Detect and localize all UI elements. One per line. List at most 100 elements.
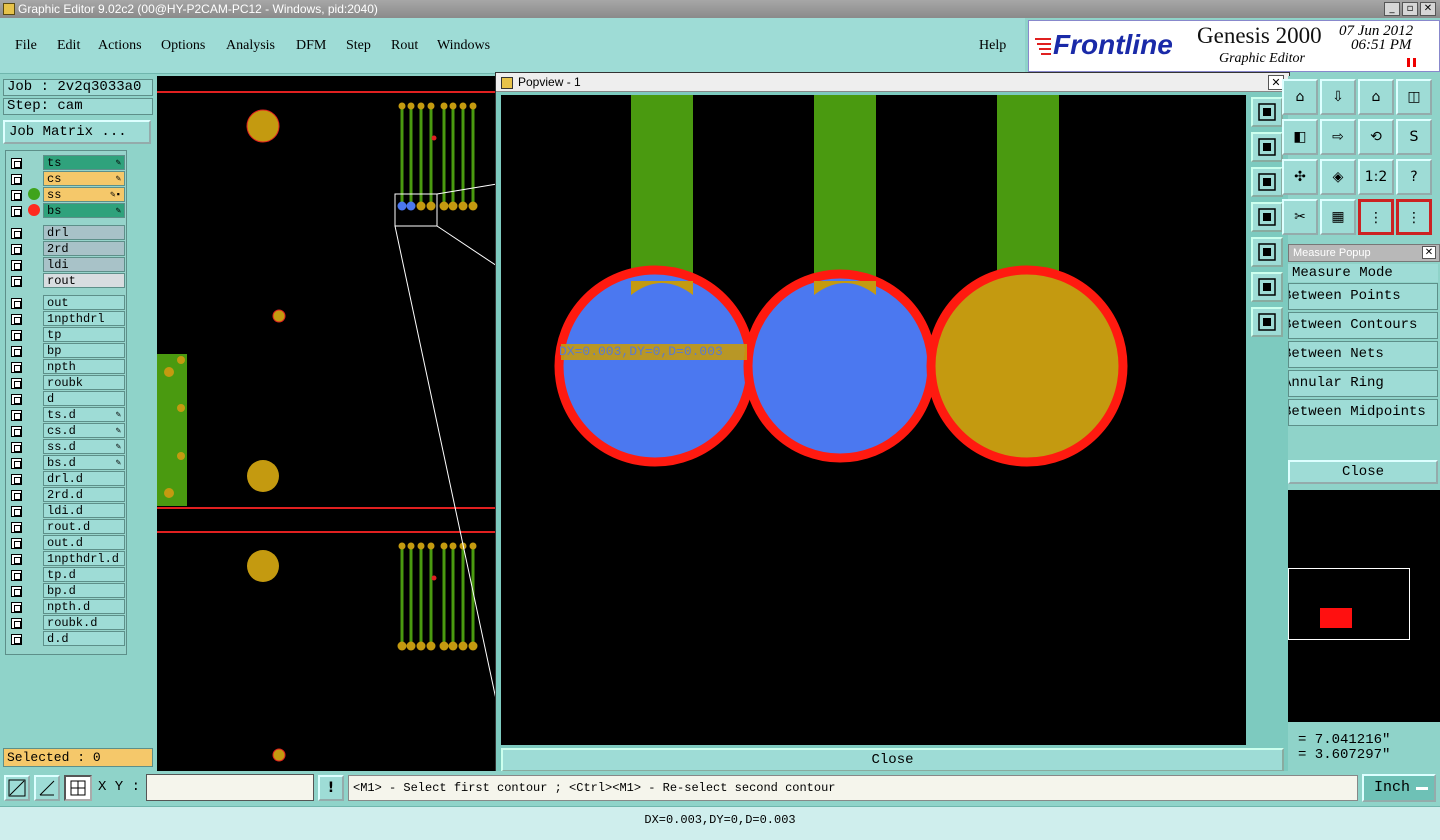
pause-icon[interactable] <box>1407 58 1416 67</box>
layer-row-drl[interactable]: drl <box>6 225 126 241</box>
layer-checkbox[interactable] <box>11 426 22 437</box>
layer-checkbox[interactable] <box>11 362 22 373</box>
layer-checkbox[interactable] <box>11 378 22 389</box>
layer-checkbox[interactable] <box>11 190 22 201</box>
layer-row-rout.d[interactable]: rout.d <box>6 519 126 535</box>
menu-edit[interactable]: Edit <box>57 38 80 54</box>
layer-row-out[interactable]: out <box>6 295 126 311</box>
grid-snap-icon[interactable] <box>64 775 92 801</box>
layer-row-rout[interactable]: rout <box>6 273 126 289</box>
layer-row-bp[interactable]: bp <box>6 343 126 359</box>
layer-row-cs.d[interactable]: cs.d ✎ <box>6 423 126 439</box>
layer-row-2rd[interactable]: 2rd <box>6 241 126 257</box>
overview-view-marker[interactable] <box>1320 608 1352 628</box>
measure-mode-option[interactable]: Between Points <box>1288 283 1438 310</box>
tool-house-icon[interactable]: ⌂ <box>1358 79 1394 115</box>
layer-checkbox[interactable] <box>11 298 22 309</box>
snap-tool-icon[interactable] <box>4 775 30 801</box>
measure-mode-option[interactable]: Between Contours <box>1288 312 1438 339</box>
layer-row-drl.d[interactable]: drl.d <box>6 471 126 487</box>
layer-name[interactable]: cs.d ✎ <box>43 423 125 438</box>
layer-row-ldi[interactable]: ldi <box>6 257 126 273</box>
layer-name[interactable]: rout <box>43 273 125 288</box>
tool-grid-icon[interactable]: ▦ <box>1320 199 1356 235</box>
layer-checkbox[interactable] <box>11 394 22 405</box>
layer-checkbox[interactable] <box>11 346 22 357</box>
measure-tool-icon[interactable] <box>34 775 60 801</box>
layer-row-ss[interactable]: ss ✎▪ <box>6 187 126 203</box>
layer-name[interactable]: tp.d <box>43 567 125 582</box>
layer-checkbox[interactable] <box>11 458 22 469</box>
popview-close-button[interactable]: Close <box>501 748 1284 772</box>
layer-checkbox[interactable] <box>11 174 22 185</box>
menu-actions[interactable]: Actions <box>98 38 142 54</box>
layer-row-npth.d[interactable]: npth.d <box>6 599 126 615</box>
layer-color-dot[interactable] <box>28 204 40 216</box>
menu-step[interactable]: Step <box>346 38 371 54</box>
layer-checkbox[interactable] <box>11 570 22 581</box>
layer-name[interactable]: 2rd.d <box>43 487 125 502</box>
tool-window-icon[interactable]: ◫ <box>1396 79 1432 115</box>
menu-analysis[interactable]: Analysis <box>226 38 275 54</box>
alert-icon[interactable]: ! <box>318 775 344 801</box>
tool-home-icon[interactable]: ⌂ <box>1282 79 1318 115</box>
pan-left-icon[interactable] <box>1251 202 1283 232</box>
layer-checkbox[interactable] <box>11 634 22 645</box>
layer-checkbox[interactable] <box>11 206 22 217</box>
layer-name[interactable]: ldi.d <box>43 503 125 518</box>
layer-row-d[interactable]: d <box>6 391 126 407</box>
layer-name[interactable]: cs ✎ <box>43 171 125 186</box>
layer-checkbox[interactable] <box>11 260 22 271</box>
layer-row-tp[interactable]: tp <box>6 327 126 343</box>
layer-row-tp.d[interactable]: tp.d <box>6 567 126 583</box>
layer-checkbox[interactable] <box>11 410 22 421</box>
tool-scale-icon[interactable]: 1:2 <box>1358 159 1394 195</box>
layer-checkbox[interactable] <box>11 538 22 549</box>
job-matrix-button[interactable]: Job Matrix ... <box>3 120 151 144</box>
layer-row-ss.d[interactable]: ss.d ✎ <box>6 439 126 455</box>
layer-row-1npthdrl[interactable]: 1npthdrl <box>6 311 126 327</box>
layer-name[interactable]: ts.d ✎ <box>43 407 125 422</box>
tool-right-icon[interactable]: ⇨ <box>1320 119 1356 155</box>
minimize-icon[interactable]: _ <box>1384 2 1400 16</box>
layer-row-roubk[interactable]: roubk <box>6 375 126 391</box>
tool-layer-b-icon[interactable]: ⋮ <box>1396 199 1432 235</box>
layer-name[interactable]: roubk <box>43 375 125 390</box>
layer-name[interactable]: 1npthdrl.d <box>43 551 125 566</box>
layer-row-ldi.d[interactable]: ldi.d <box>6 503 126 519</box>
layer-checkbox[interactable] <box>11 490 22 501</box>
layer-name[interactable]: bp <box>43 343 125 358</box>
pan-down-icon[interactable] <box>1251 167 1283 197</box>
popview-canvas[interactable]: DX=0.003,DY=0,D=0.003 <box>501 95 1246 745</box>
layer-row-bp.d[interactable]: bp.d <box>6 583 126 599</box>
layer-row-ts[interactable]: ts ✎ <box>6 155 126 171</box>
menu-file[interactable]: File <box>15 38 37 54</box>
tool-clip-icon[interactable]: ✂ <box>1282 199 1318 235</box>
layer-checkbox[interactable] <box>11 158 22 169</box>
measure-mode-option[interactable]: Between Midpoints <box>1288 399 1438 426</box>
tool-layer-a-icon[interactable]: ⋮ <box>1358 199 1394 235</box>
layer-checkbox[interactable] <box>11 276 22 287</box>
layer-checkbox[interactable] <box>11 244 22 255</box>
measure-mode-option[interactable]: Annular Ring <box>1288 370 1438 397</box>
xy-input[interactable] <box>146 774 314 801</box>
layer-name[interactable]: ts ✎ <box>43 155 125 170</box>
layer-row-bs[interactable]: bs ✎ <box>6 203 126 219</box>
layer-name[interactable]: ldi <box>43 257 125 272</box>
tool-down-icon[interactable]: ⇩ <box>1320 79 1356 115</box>
overview-map[interactable] <box>1288 490 1440 722</box>
menu-windows[interactable]: Windows <box>437 38 490 54</box>
layer-row-out.d[interactable]: out.d <box>6 535 126 551</box>
tool-left-icon[interactable]: ◧ <box>1282 119 1318 155</box>
menu-dfm[interactable]: DFM <box>296 38 326 54</box>
layer-checkbox[interactable] <box>11 554 22 565</box>
menu-help[interactable]: Help <box>979 38 1006 54</box>
layer-name[interactable]: out <box>43 295 125 310</box>
tool-help-icon[interactable]: ? <box>1396 159 1432 195</box>
layer-name[interactable]: d.d <box>43 631 125 646</box>
layer-row-2rd.d[interactable]: 2rd.d <box>6 487 126 503</box>
zoom-vertical-icon[interactable] <box>1251 307 1283 337</box>
layer-row-npth[interactable]: npth <box>6 359 126 375</box>
layer-row-cs[interactable]: cs ✎ <box>6 171 126 187</box>
layer-name[interactable]: drl.d <box>43 471 125 486</box>
